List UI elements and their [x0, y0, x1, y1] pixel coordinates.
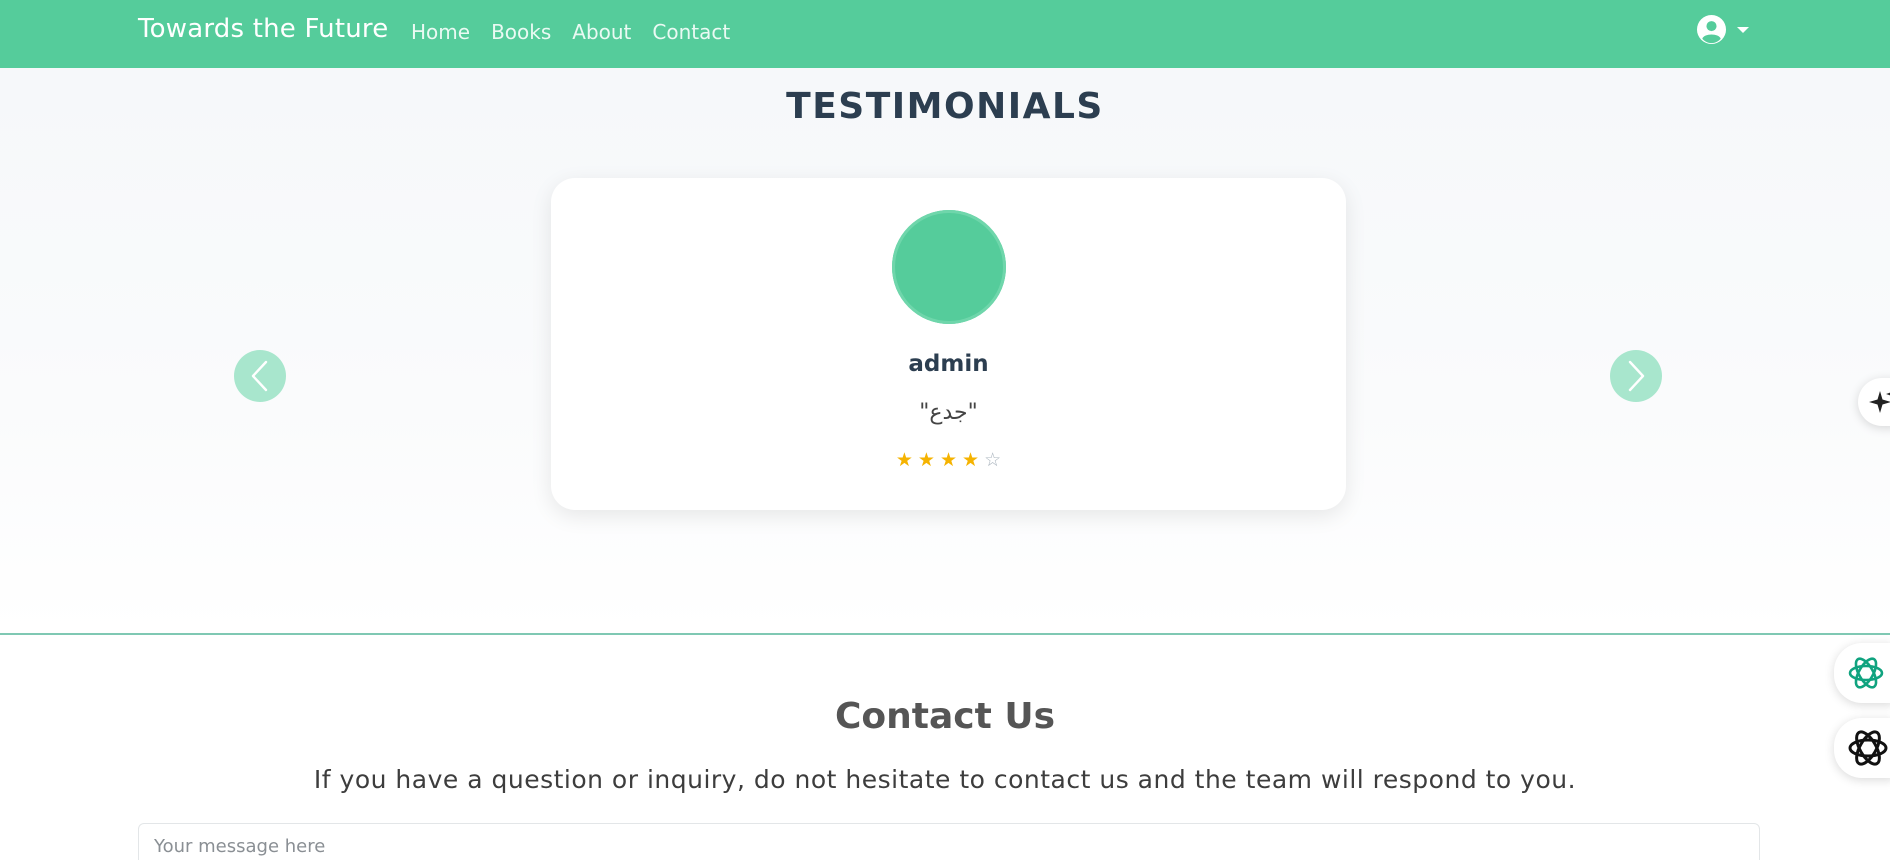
nav-links: Home Books About Contact	[411, 20, 730, 44]
testimonial-quote: "جدع"	[919, 400, 978, 425]
caret-down-icon	[1737, 26, 1749, 33]
nav-link-books[interactable]: Books	[491, 20, 551, 44]
testimonial-card: admin "جدع" ★ ★ ★ ★ ☆	[551, 178, 1346, 510]
carousel-next-button[interactable]	[1610, 350, 1662, 402]
testimonial-author: admin	[908, 351, 989, 377]
openai-dark-widget-button[interactable]	[1834, 718, 1890, 778]
user-menu-dropdown[interactable]	[1696, 14, 1749, 45]
contact-title: Contact Us	[834, 696, 1056, 737]
openai-widget-button[interactable]	[1834, 643, 1890, 703]
chevron-right-icon	[1628, 360, 1645, 392]
nav-link-contact[interactable]: Contact	[652, 20, 730, 44]
nav-link-home[interactable]: Home	[411, 20, 470, 44]
star-filled-icon: ★	[917, 449, 935, 471]
openai-icon	[1848, 657, 1884, 689]
user-circle-icon	[1696, 14, 1727, 45]
openai-dark-icon	[1848, 730, 1888, 766]
star-filled-icon: ★	[939, 449, 958, 471]
contact-subtitle: If you have a question or inquiry, do no…	[313, 765, 1577, 794]
testimonials-section: TESTIMONIALS admin "جدع" ★ ★ ★ ★ ☆	[0, 68, 1890, 635]
star-rating: ★ ★ ★ ★ ☆	[551, 449, 1346, 471]
message-input[interactable]	[138, 823, 1760, 860]
star-filled-icon: ★	[962, 449, 980, 471]
star-filled-icon: ★	[895, 449, 913, 471]
chevron-left-icon	[251, 360, 268, 392]
sparkle-icon	[1869, 391, 1890, 413]
star-empty-icon: ☆	[984, 449, 1002, 471]
testimonials-title: TESTIMONIALS	[786, 86, 1104, 127]
nav-link-about[interactable]: About	[572, 20, 631, 44]
navbar: Towards the Future Home Books About Cont…	[0, 0, 1890, 68]
avatar	[892, 210, 1006, 324]
carousel-prev-button[interactable]	[234, 350, 286, 402]
brand-logo[interactable]: Towards the Future	[138, 14, 388, 44]
